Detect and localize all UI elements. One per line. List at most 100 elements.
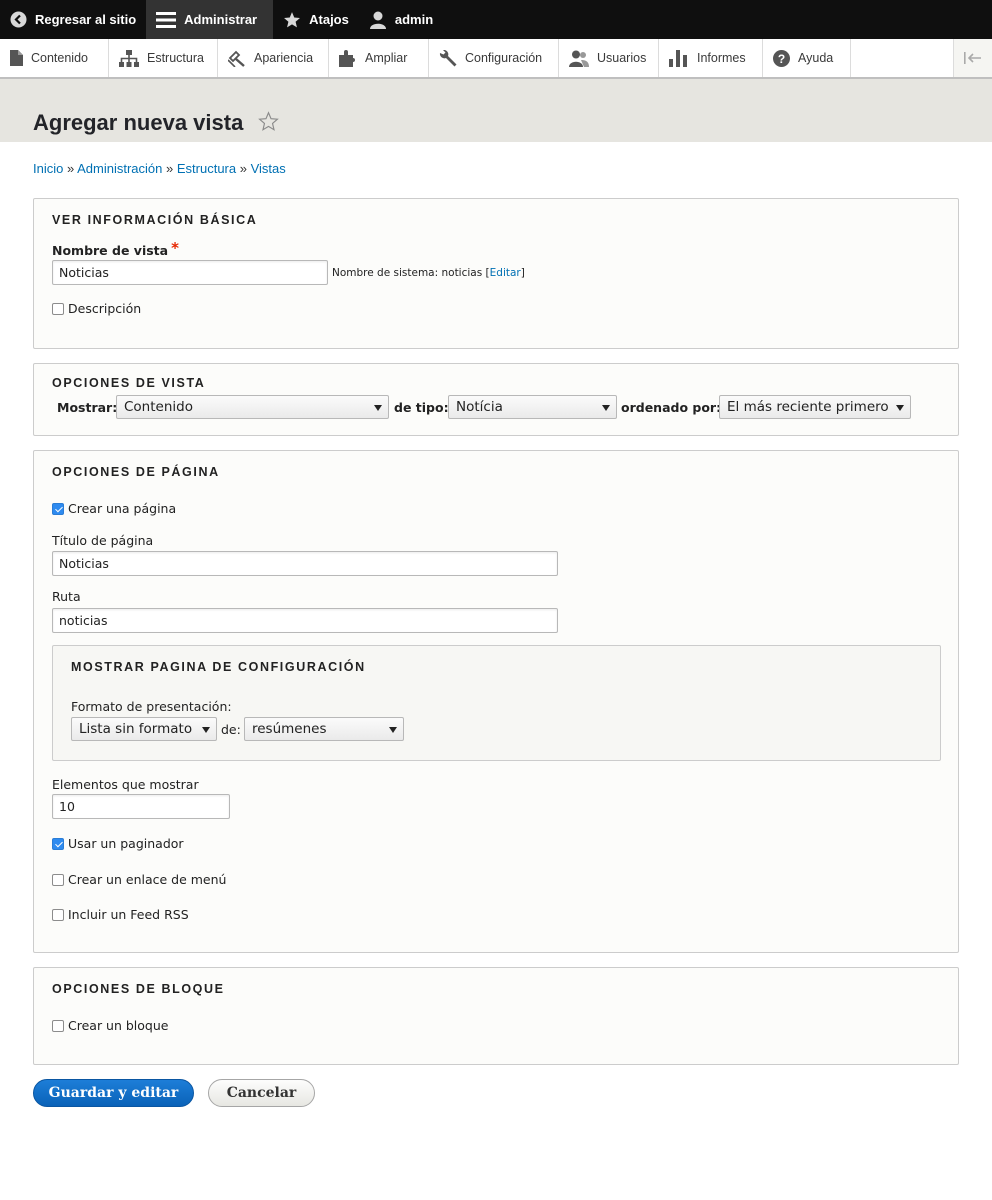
menu-link-label: Crear un enlace de menú [68,872,227,887]
admin-menu-tray: Contenido Estructura Apariencia Ampliar … [0,39,992,79]
help-icon: ? [773,49,790,67]
display-of-select[interactable]: resúmenes [244,717,404,741]
user-tab[interactable]: admin [359,0,443,39]
users-icon [569,50,589,67]
brush-icon [228,50,245,67]
breadcrumb-link-structure[interactable]: Estructura [177,161,236,176]
dropdown-arrow-icon [202,727,210,733]
svg-text:?: ? [778,52,785,66]
create-block-checkbox[interactable]: Crear un bloque [52,1018,168,1033]
shortcuts-label: Atajos [309,12,349,27]
tray-item-label: Apariencia [254,51,314,65]
checkbox-box[interactable] [52,302,64,315]
display-format-select[interactable]: Lista sin formato [71,717,217,741]
tray-item-label: Ampliar [365,51,408,65]
tray-item-help[interactable]: ? Ayuda [763,39,851,77]
bar-chart-icon [669,49,687,67]
display-of-label: de: [221,722,241,737]
show-select[interactable]: Contenido [116,395,389,419]
create-block-label: Crear un bloque [68,1018,169,1033]
basic-info-legend: VER INFORMACIÓN BÁSICA [52,213,258,227]
breadcrumb-separator: » [166,161,174,176]
dropdown-arrow-icon [389,727,397,733]
items-per-page-label: Elementos que mostrar [52,777,199,792]
tray-item-label: Usuarios [597,51,647,65]
wrench-icon [439,49,457,66]
use-pager-label: Usar un paginador [68,836,184,851]
tray-item-extend[interactable]: Ampliar [329,39,429,77]
breadcrumb-link-admin[interactable]: Administración [77,161,162,176]
checkbox-box[interactable] [52,502,64,515]
admin-toolbar: Regresar al sitio Administrar Atajos adm… [0,0,992,39]
block-options-legend: OPCIONES DE BLOQUE [52,982,225,996]
file-icon [10,50,23,66]
breadcrumb-separator: » [66,161,75,176]
sort-select[interactable]: El más reciente primero [719,395,911,419]
menu-link-checkbox[interactable]: Crear un enlace de menú [52,872,226,887]
manage-tab[interactable]: Administrar [146,0,274,39]
machine-name-suffix: ] [520,267,525,279]
cancel-button[interactable]: Cancelar [208,1079,315,1107]
checkbox-box[interactable] [52,873,64,886]
page-title-input[interactable]: Noticias [52,551,558,576]
tray-item-reports[interactable]: Informes [659,39,763,77]
breadcrumb-separator: » [239,161,247,176]
page-title: Agregar nueva vista [33,110,244,135]
machine-name: Nombre de sistema: noticias [Editar] [332,267,525,279]
back-to-site-label: Regresar al sitio [35,12,137,27]
path-input[interactable]: noticias [52,608,558,633]
machine-name-text: Nombre de sistema: noticias [ [332,267,490,279]
display-format-label: Formato de presentación: [71,699,232,714]
shortcut-star-icon[interactable] [258,111,279,132]
required-marker: * [171,239,179,257]
back-to-site-link[interactable]: Regresar al sitio [0,0,146,39]
tray-orientation-toggle[interactable] [953,39,992,77]
block-options-fieldset: OPCIONES DE BLOQUE Crear un bloque [33,967,959,1065]
dropdown-arrow-icon [896,405,904,411]
type-select-value: Notícia [456,399,503,415]
description-label: Descripción [68,301,142,316]
dropdown-arrow-icon [374,405,382,411]
path-label: Ruta [52,589,81,604]
checkbox-box[interactable] [52,1019,64,1032]
type-select[interactable]: Notícia [448,395,617,419]
breadcrumb-link-views[interactable]: Vistas [251,161,286,176]
user-icon [369,11,386,29]
tray-item-structure[interactable]: Estructura [109,39,218,77]
page-title-label: Título de página [52,533,154,548]
puzzle-icon [339,49,355,67]
tray-item-users[interactable]: Usuarios [559,39,659,77]
tray-item-appearance[interactable]: Apariencia [218,39,329,77]
tray-item-label: Ayuda [798,51,834,65]
collapse-arrow-icon [964,52,981,64]
display-format-value: Lista sin formato [79,721,193,737]
tray-item-content[interactable]: Contenido [0,39,109,77]
tray-item-label: Estructura [147,51,204,65]
manage-label: Administrar [184,12,258,27]
tray-item-configuration[interactable]: Configuración [429,39,559,77]
rss-feed-checkbox[interactable]: Incluir un Feed RSS [52,907,189,922]
show-select-value: Contenido [124,399,193,415]
sort-label: ordenado por: [621,400,722,415]
type-label: de tipo: [394,400,449,415]
description-checkbox[interactable]: Descripción [52,301,141,316]
view-name-input[interactable]: Noticias [52,260,328,285]
shortcuts-tab[interactable]: Atajos [273,0,359,39]
view-name-label: Nombre de vista * [52,239,179,259]
items-per-page-input[interactable]: 10 [52,794,230,819]
create-page-checkbox[interactable]: Crear una página [52,501,176,516]
tray-item-label: Informes [697,51,746,65]
view-options-fieldset: OPCIONES DE VISTA Mostrar: Contenido de … [33,363,959,436]
checkbox-box[interactable] [52,837,64,850]
checkbox-box[interactable] [52,908,64,921]
save-and-edit-button[interactable]: Guardar y editar [33,1079,194,1107]
display-of-value: resúmenes [252,721,327,737]
star-icon [284,11,301,27]
page-options-fieldset: OPCIONES DE PÁGINA Crear una página Títu… [33,450,959,953]
rss-feed-label: Incluir un Feed RSS [68,907,189,922]
machine-name-edit-link[interactable]: Editar [490,267,521,279]
sitemap-icon [119,49,139,67]
breadcrumb-link-home[interactable]: Inicio [33,161,63,176]
use-pager-checkbox[interactable]: Usar un paginador [52,836,184,851]
dropdown-arrow-icon [602,405,610,411]
